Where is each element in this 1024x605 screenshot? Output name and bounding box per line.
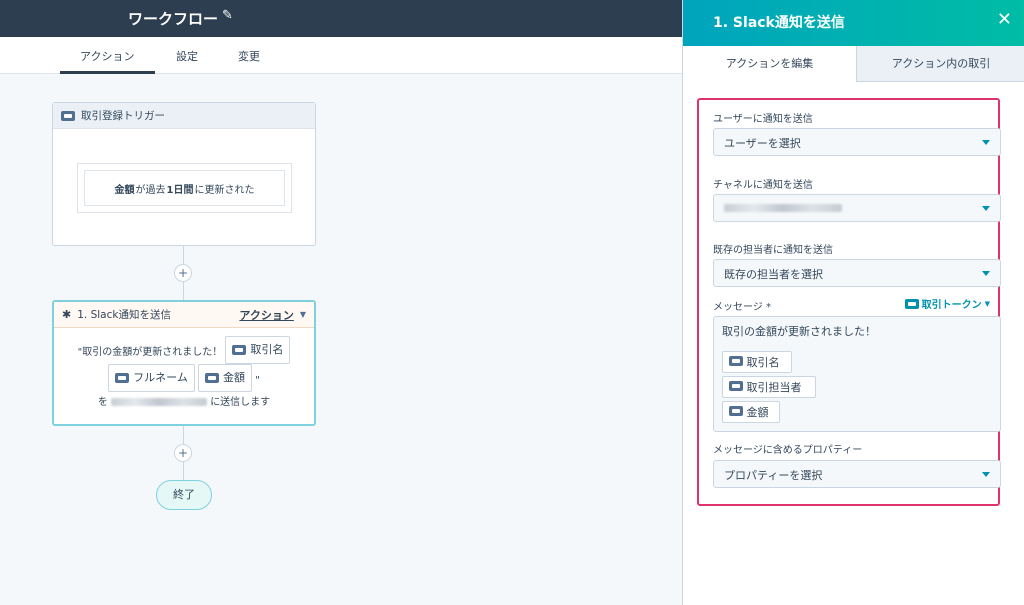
message-label: メッセージ * [713, 302, 771, 313]
action-title: 1. Slack通知を送信 [77, 309, 171, 321]
condition-operator: が過去 [135, 184, 166, 196]
token-label: 金額 [746, 406, 769, 419]
action-summary: "取引の金額が更新されました！ 取引名 フルネーム 金額 " を に送信します [54, 328, 314, 422]
deal-handshake-icon [115, 373, 130, 383]
panel-title: 1. Slack通知を送信 [713, 15, 845, 31]
deal-handshake-icon [205, 373, 220, 383]
action-edit-panel: 1. Slack通知を送信 ✕ アクションを編集 アクション内の取引 ユーザーに… [682, 0, 1024, 605]
trigger-condition[interactable]: 金額 が過去 1日間 に更新された [77, 163, 292, 213]
token-label: 取引名 [250, 343, 284, 356]
token-label: フルネーム [133, 371, 188, 384]
trigger-card-header: 取引登録トリガー [53, 103, 315, 129]
action-type-dropdown[interactable]: アクション [239, 307, 293, 323]
redacted-channel [111, 398, 207, 406]
panel-header: 1. Slack通知を送信 ✕ [683, 0, 1024, 46]
channel-notify-label: チャネルに通知を送信 [713, 180, 813, 191]
connector-line [183, 282, 184, 300]
message-textarea[interactable]: 取引の金額が更新されました！ 取引名 取引担当者 金額 [713, 316, 1001, 432]
user-select-value: ユーザーを選択 [724, 137, 801, 150]
connector-line [183, 426, 184, 444]
send-suffix: に送信します [210, 397, 271, 408]
channel-select[interactable] [713, 194, 1001, 222]
chevron-down-icon: ▼ [984, 299, 990, 308]
connector-line [183, 246, 184, 264]
deal-token-link[interactable]: 取引トークン ▼ [904, 296, 990, 311]
owner-select[interactable]: 既存の担当者を選択 [713, 259, 1001, 287]
deal-handshake-icon [729, 381, 743, 391]
workflow-header: ワークフロー ✎ [0, 0, 682, 37]
deal-handshake-icon [729, 406, 743, 416]
deal-handshake-icon [729, 356, 743, 366]
token-label: 取引名 [746, 356, 780, 369]
token-label: 金額 [223, 371, 246, 384]
deal-handshake-icon [61, 110, 75, 121]
workflow-title[interactable]: ワークフロー [128, 8, 218, 29]
owner-notify-label: 既存の担当者に通知を送信 [713, 245, 833, 256]
caret-down-icon [982, 206, 990, 211]
action-message-suffix: " [255, 375, 260, 386]
condition-suffix: に更新された [194, 184, 255, 196]
panel-tabs: アクションを編集 アクション内の取引 [683, 46, 1024, 82]
redacted-channel-value [724, 204, 842, 212]
caret-down-icon [982, 271, 990, 276]
tab-settings[interactable]: 設定 [176, 48, 198, 64]
tab-deals-in-action[interactable]: アクション内の取引 [857, 46, 1024, 82]
owner-select-value: 既存の担当者を選択 [724, 268, 823, 281]
action-card-header: ✱ 1. Slack通知を送信 アクション ▼ [54, 302, 314, 328]
token-deal-name: 取引名 [225, 336, 291, 364]
tab-actions[interactable]: アクション [80, 48, 134, 64]
send-prefix: を [97, 397, 108, 408]
properties-select[interactable]: プロパティーを選択 [713, 460, 1001, 488]
workflow-canvas: 取引登録トリガー 金額 が過去 1日間 に更新された + ✱ 1. Slack通… [0, 74, 682, 605]
deal-token-label: 取引トークン [921, 300, 982, 311]
slack-settings-form: ユーザーに通知を送信 ユーザーを選択 チャネルに通知を送信 既存の担当者に通知を… [697, 98, 1001, 506]
close-icon[interactable]: ✕ [997, 9, 1012, 30]
trigger-card[interactable]: 取引登録トリガー 金額 が過去 1日間 に更新された [52, 102, 316, 246]
token-full-name: フルネーム [108, 364, 195, 392]
properties-select-value: プロパティーを選択 [724, 469, 823, 482]
workflow-tabs: アクション 設定 変更 [0, 37, 682, 74]
properties-label: メッセージに含めるプロパティー [713, 445, 863, 456]
message-token-deal-owner: 取引担当者 [722, 376, 816, 398]
user-select[interactable]: ユーザーを選択 [713, 128, 1001, 156]
end-node: 終了 [156, 480, 212, 510]
caret-down-icon [982, 472, 990, 477]
action-card[interactable]: ✱ 1. Slack通知を送信 アクション ▼ "取引の金額が更新されました！ … [52, 300, 316, 426]
chevron-down-icon[interactable]: ▼ [300, 310, 306, 319]
message-text: 取引の金額が更新されました！ [722, 325, 876, 338]
tab-changes[interactable]: 変更 [238, 48, 260, 64]
condition-period: 1日間 [166, 184, 194, 196]
deal-handshake-icon [904, 298, 919, 309]
add-step-button[interactable]: + [174, 444, 192, 462]
message-token-amount: 金額 [722, 401, 780, 423]
add-step-button[interactable]: + [174, 264, 192, 282]
user-notify-label: ユーザーに通知を送信 [713, 114, 813, 125]
tab-edit-action[interactable]: アクションを編集 [683, 46, 857, 82]
slack-icon: ✱ [62, 308, 72, 321]
action-message-prefix: "取引の金額が更新されました！ [77, 347, 223, 358]
condition-property: 金額 [114, 184, 135, 196]
trigger-condition-text: 金額 が過去 1日間 に更新された [84, 170, 285, 206]
deal-handshake-icon [232, 345, 247, 355]
token-label: 取引担当者 [746, 381, 802, 394]
pencil-icon[interactable]: ✎ [222, 8, 233, 23]
connector-line [183, 462, 184, 480]
message-token-deal-name: 取引名 [722, 351, 792, 373]
token-amount: 金額 [198, 364, 253, 392]
trigger-title: 取引登録トリガー [81, 110, 165, 122]
caret-down-icon [982, 140, 990, 145]
